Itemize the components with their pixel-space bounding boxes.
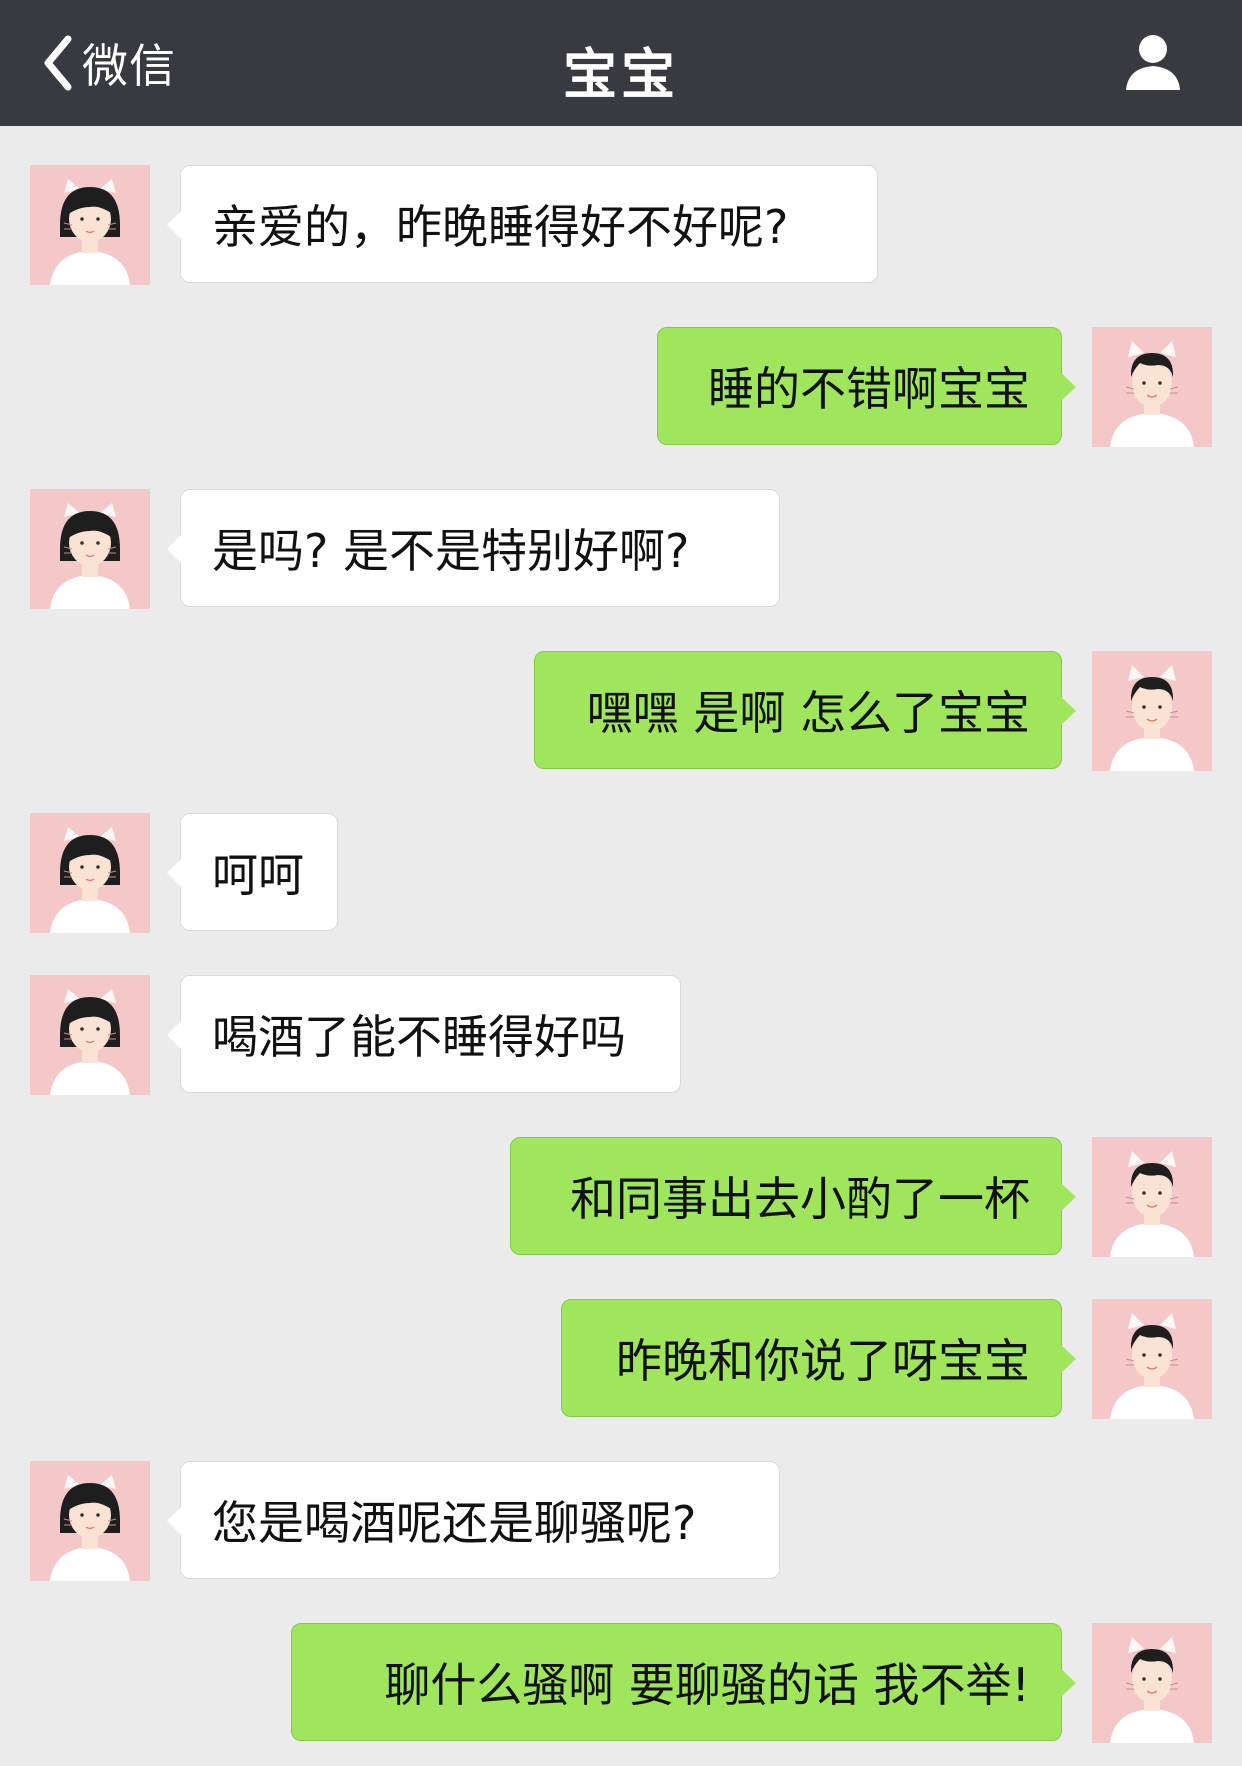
message-text: 您是喝酒呢还是聊骚呢? xyxy=(212,1496,697,1550)
my-avatar[interactable] xyxy=(1092,1623,1212,1743)
avatar-image xyxy=(1092,1299,1212,1419)
avatar-image xyxy=(30,165,150,285)
contact-avatar[interactable] xyxy=(30,975,150,1095)
message-bubble-incoming[interactable]: 是吗? 是不是特别好啊? xyxy=(167,489,780,607)
avatar-image xyxy=(30,1461,150,1581)
my-avatar[interactable] xyxy=(1092,1137,1212,1257)
message-bubble-incoming[interactable]: 亲爱的，昨晚睡得好不好呢? xyxy=(167,165,878,283)
avatar-image xyxy=(1092,651,1212,771)
profile-button[interactable] xyxy=(1122,32,1184,92)
message-bubble-incoming[interactable]: 喝酒了能不睡得好吗 xyxy=(167,975,681,1093)
avatar-image xyxy=(1092,327,1212,447)
avatar-image xyxy=(30,975,150,1095)
navigation-bar: 微信 宝宝 xyxy=(0,0,1242,126)
message-text: 昨晚和你说了呀宝宝 xyxy=(616,1334,1030,1388)
message-text: 和同事出去小酌了一杯 xyxy=(570,1172,1030,1226)
chat-title: 宝宝 xyxy=(563,43,679,106)
my-avatar[interactable] xyxy=(1092,1299,1212,1419)
contact-avatar[interactable] xyxy=(30,813,150,933)
message-bubble-outgoing[interactable]: 嘿嘿 是啊 怎么了宝宝 xyxy=(534,651,1076,769)
avatar-image xyxy=(1092,1623,1212,1743)
avatar-image xyxy=(30,813,150,933)
message-text: 呵呵 xyxy=(212,848,304,902)
avatar-image xyxy=(1092,1137,1212,1257)
message-bubble-incoming[interactable]: 您是喝酒呢还是聊骚呢? xyxy=(167,1461,780,1579)
person-icon xyxy=(1126,35,1180,90)
message-bubble-incoming[interactable]: 呵呵 xyxy=(167,813,338,931)
message-text: 嘿嘿 是啊 怎么了宝宝 xyxy=(586,686,1030,740)
avatar-image xyxy=(30,489,150,609)
message-bubble-outgoing[interactable]: 昨晚和你说了呀宝宝 xyxy=(561,1299,1076,1417)
message-text: 是吗? 是不是特别好啊? xyxy=(212,524,690,578)
message-bubble-outgoing[interactable]: 睡的不错啊宝宝 xyxy=(657,327,1076,445)
message-text: 喝酒了能不睡得好吗 xyxy=(212,1010,626,1064)
message-bubble-outgoing[interactable]: 和同事出去小酌了一杯 xyxy=(510,1137,1076,1255)
my-avatar[interactable] xyxy=(1092,651,1212,771)
contact-avatar[interactable] xyxy=(30,1461,150,1581)
message-text: 睡的不错啊宝宝 xyxy=(708,362,1030,416)
message-text: 聊什么骚啊 要聊骚的话 我不举! xyxy=(384,1658,1030,1712)
my-avatar[interactable] xyxy=(1092,327,1212,447)
contact-avatar[interactable] xyxy=(30,165,150,285)
message-bubble-outgoing[interactable]: 聊什么骚啊 要聊骚的话 我不举! xyxy=(291,1623,1076,1741)
contact-avatar[interactable] xyxy=(30,489,150,609)
message-text: 亲爱的，昨晚睡得好不好呢? xyxy=(212,200,789,254)
